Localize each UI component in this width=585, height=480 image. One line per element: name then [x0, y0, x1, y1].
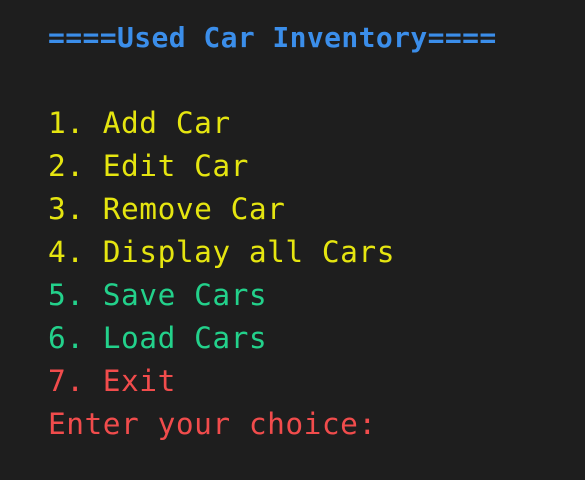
- terminal-output: ====Used Car Inventory==== 1. Add Car 2.…: [0, 0, 585, 480]
- menu-option-load-cars: 6. Load Cars: [48, 321, 268, 355]
- menu-option-remove-car: 3. Remove Car: [48, 192, 286, 226]
- menu-option-edit-car: 2. Edit Car: [48, 149, 249, 183]
- choice-prompt[interactable]: Enter your choice:: [48, 403, 377, 446]
- menu-title: ====Used Car Inventory====: [48, 21, 497, 54]
- menu-option-display-all-cars: 4. Display all Cars: [48, 235, 395, 269]
- menu-option-save-cars: 5. Save Cars: [48, 278, 268, 312]
- menu-option-add-car: 1. Add Car: [48, 106, 231, 140]
- menu-option-exit: 7. Exit: [48, 364, 176, 398]
